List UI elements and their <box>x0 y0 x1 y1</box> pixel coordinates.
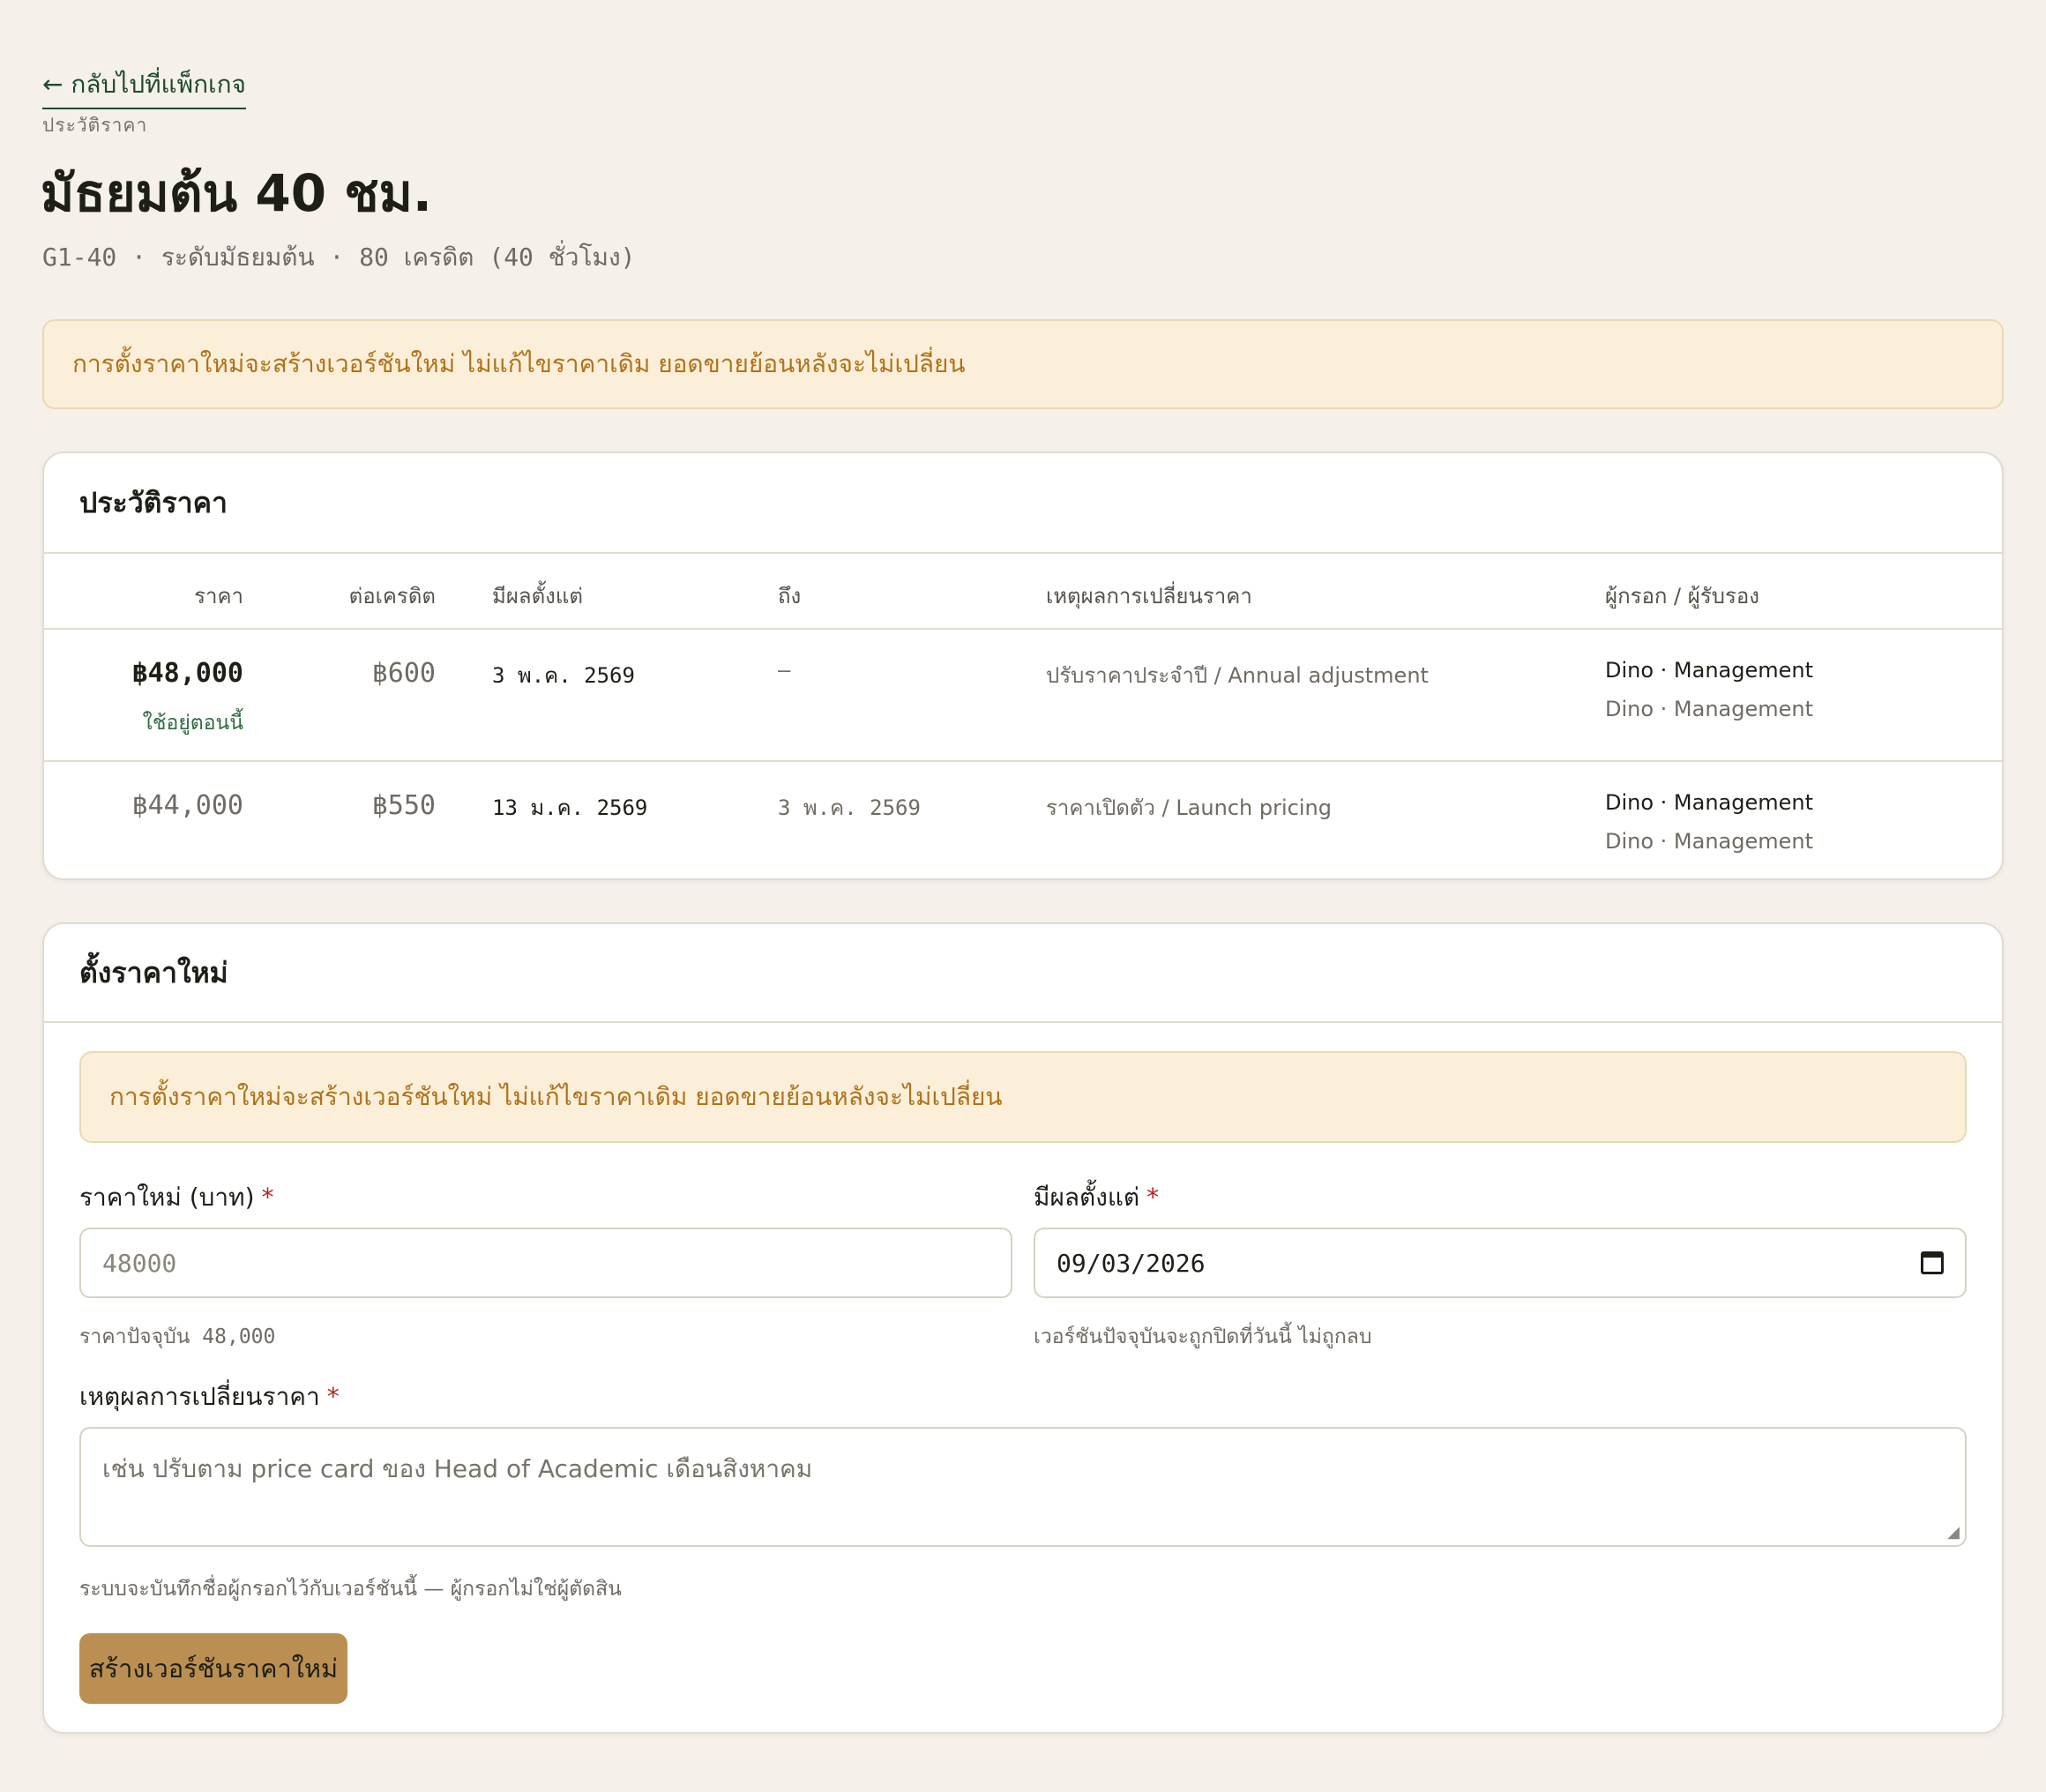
package-subtitle: G1-40 · ระดับมัธยมต้น · 80 เครดิต (40 ชั… <box>42 243 636 272</box>
price-history-card: ประวัติราคา ราคา ต่อเครดิต มีผลตั้งแต่ ถ… <box>42 452 2004 880</box>
row-effective-from: 3 พ.ค. 2569 <box>492 663 635 688</box>
row-entered-by: Dino · Management <box>1605 658 1814 683</box>
row-until: — <box>778 658 791 683</box>
resize-handle-icon[interactable]: ◢ <box>1947 1523 1960 1542</box>
current-price-hint: ราคาปัจจุบัน 48,000 <box>79 1325 276 1348</box>
table-header: ราคา ต่อเครดิต มีผลตั้งแต่ ถึง เหตุผลการ… <box>44 554 2002 630</box>
calendar-icon[interactable] <box>1921 1251 1944 1274</box>
table-row: ฿44,000 ฿550 13 ม.ค. 2569 3 พ.ค. 2569 รา… <box>44 762 2002 878</box>
col-header-per-credit: ต่อเครดิต <box>348 584 436 609</box>
new-price-label-text: ราคาใหม่ (บาท) <box>79 1183 255 1212</box>
required-mark: * <box>261 1183 274 1212</box>
table-row: ฿48,000 ใช้อยู่ตอนนี้ ฿600 3 พ.ค. 2569 —… <box>44 630 2002 762</box>
col-header-entered-approved: ผู้กรอก / ผู้รับรอง <box>1605 584 1759 609</box>
required-mark: * <box>1146 1183 1160 1212</box>
col-header-until: ถึง <box>778 584 802 609</box>
versioning-notice: การตั้งราคาใหม่จะสร้างเวอร์ชันใหม่ ไม่แก… <box>79 1051 1967 1143</box>
row-reason: ปรับราคาประจำปี / Annual adjustment <box>1046 663 1429 688</box>
effective-date-label-text: มีผลตั้งแต่ <box>1034 1183 1140 1212</box>
new-price-card: ตั้งราคาใหม่ การตั้งราคาใหม่จะสร้างเวอร์… <box>42 922 2004 1734</box>
reason-placeholder: เช่น ปรับตาม price card ของ Head of Acad… <box>102 1454 813 1483</box>
reason-label: เหตุผลการเปลี่ยนราคา * <box>79 1378 340 1416</box>
effective-date-hint: เวอร์ชันปัจจุบันจะถูกปิดที่วันนี้ ไม่ถูก… <box>1034 1325 1372 1348</box>
reason-textarea[interactable]: เช่น ปรับตาม price card ของ Head of Acad… <box>79 1427 1967 1547</box>
col-header-price: ราคา <box>194 584 243 609</box>
effective-date-input[interactable]: 09/03/2026 <box>1034 1228 1967 1298</box>
price-history-title: ประวัติราคา <box>44 453 2002 554</box>
effective-date-label: มีผลตั้งแต่ * <box>1034 1178 1159 1217</box>
row-per-credit: ฿550 <box>371 790 436 821</box>
effective-date-value: 09/03/2026 <box>1057 1248 1206 1278</box>
row-approved-by: Dino · Management <box>1605 697 1814 721</box>
row-entered-by: Dino · Management <box>1605 790 1814 815</box>
row-per-credit: ฿600 <box>371 658 436 689</box>
row-approved-by: Dino · Management <box>1605 829 1814 854</box>
required-mark: * <box>326 1382 340 1411</box>
col-header-effective-from: มีผลตั้งแต่ <box>492 584 583 609</box>
back-to-packages-link[interactable]: ← กลับไปที่แพ็กเกจ <box>42 65 246 109</box>
new-price-input[interactable]: 48000 <box>79 1228 1012 1298</box>
col-header-reason: เหตุผลการเปลี่ยนราคา <box>1046 584 1252 609</box>
reason-hint: ระบบจะบันทึกชื่อผู้กรอกไว้กับเวอร์ชันนี้… <box>79 1578 622 1601</box>
create-price-version-button[interactable]: สร้างเวอร์ชันราคาใหม่ <box>79 1633 347 1704</box>
page: ← กลับไปที่แพ็กเกจ ประวัติราคา มัธยมต้น … <box>0 0 2046 1792</box>
row-until: 3 พ.ค. 2569 <box>778 795 921 820</box>
new-price-label: ราคาใหม่ (บาท) * <box>79 1178 274 1217</box>
row-price: ฿48,000 <box>131 658 243 689</box>
versioning-notice: การตั้งราคาใหม่จะสร้างเวอร์ชันใหม่ ไม่แก… <box>42 319 2004 409</box>
reason-label-text: เหตุผลการเปลี่ยนราคา <box>79 1382 320 1411</box>
new-price-title: ตั้งราคาใหม่ <box>44 924 2002 1023</box>
current-status-badge: ใช้อยู่ตอนนี้ <box>142 712 243 735</box>
page-title: มัธยมต้น 40 ชม. <box>41 163 432 223</box>
row-reason: ราคาเปิดตัว / Launch pricing <box>1046 795 1332 820</box>
row-price: ฿44,000 <box>131 790 243 821</box>
page-eyebrow: ประวัติราคา <box>42 115 148 136</box>
row-effective-from: 13 ม.ค. 2569 <box>492 795 648 820</box>
